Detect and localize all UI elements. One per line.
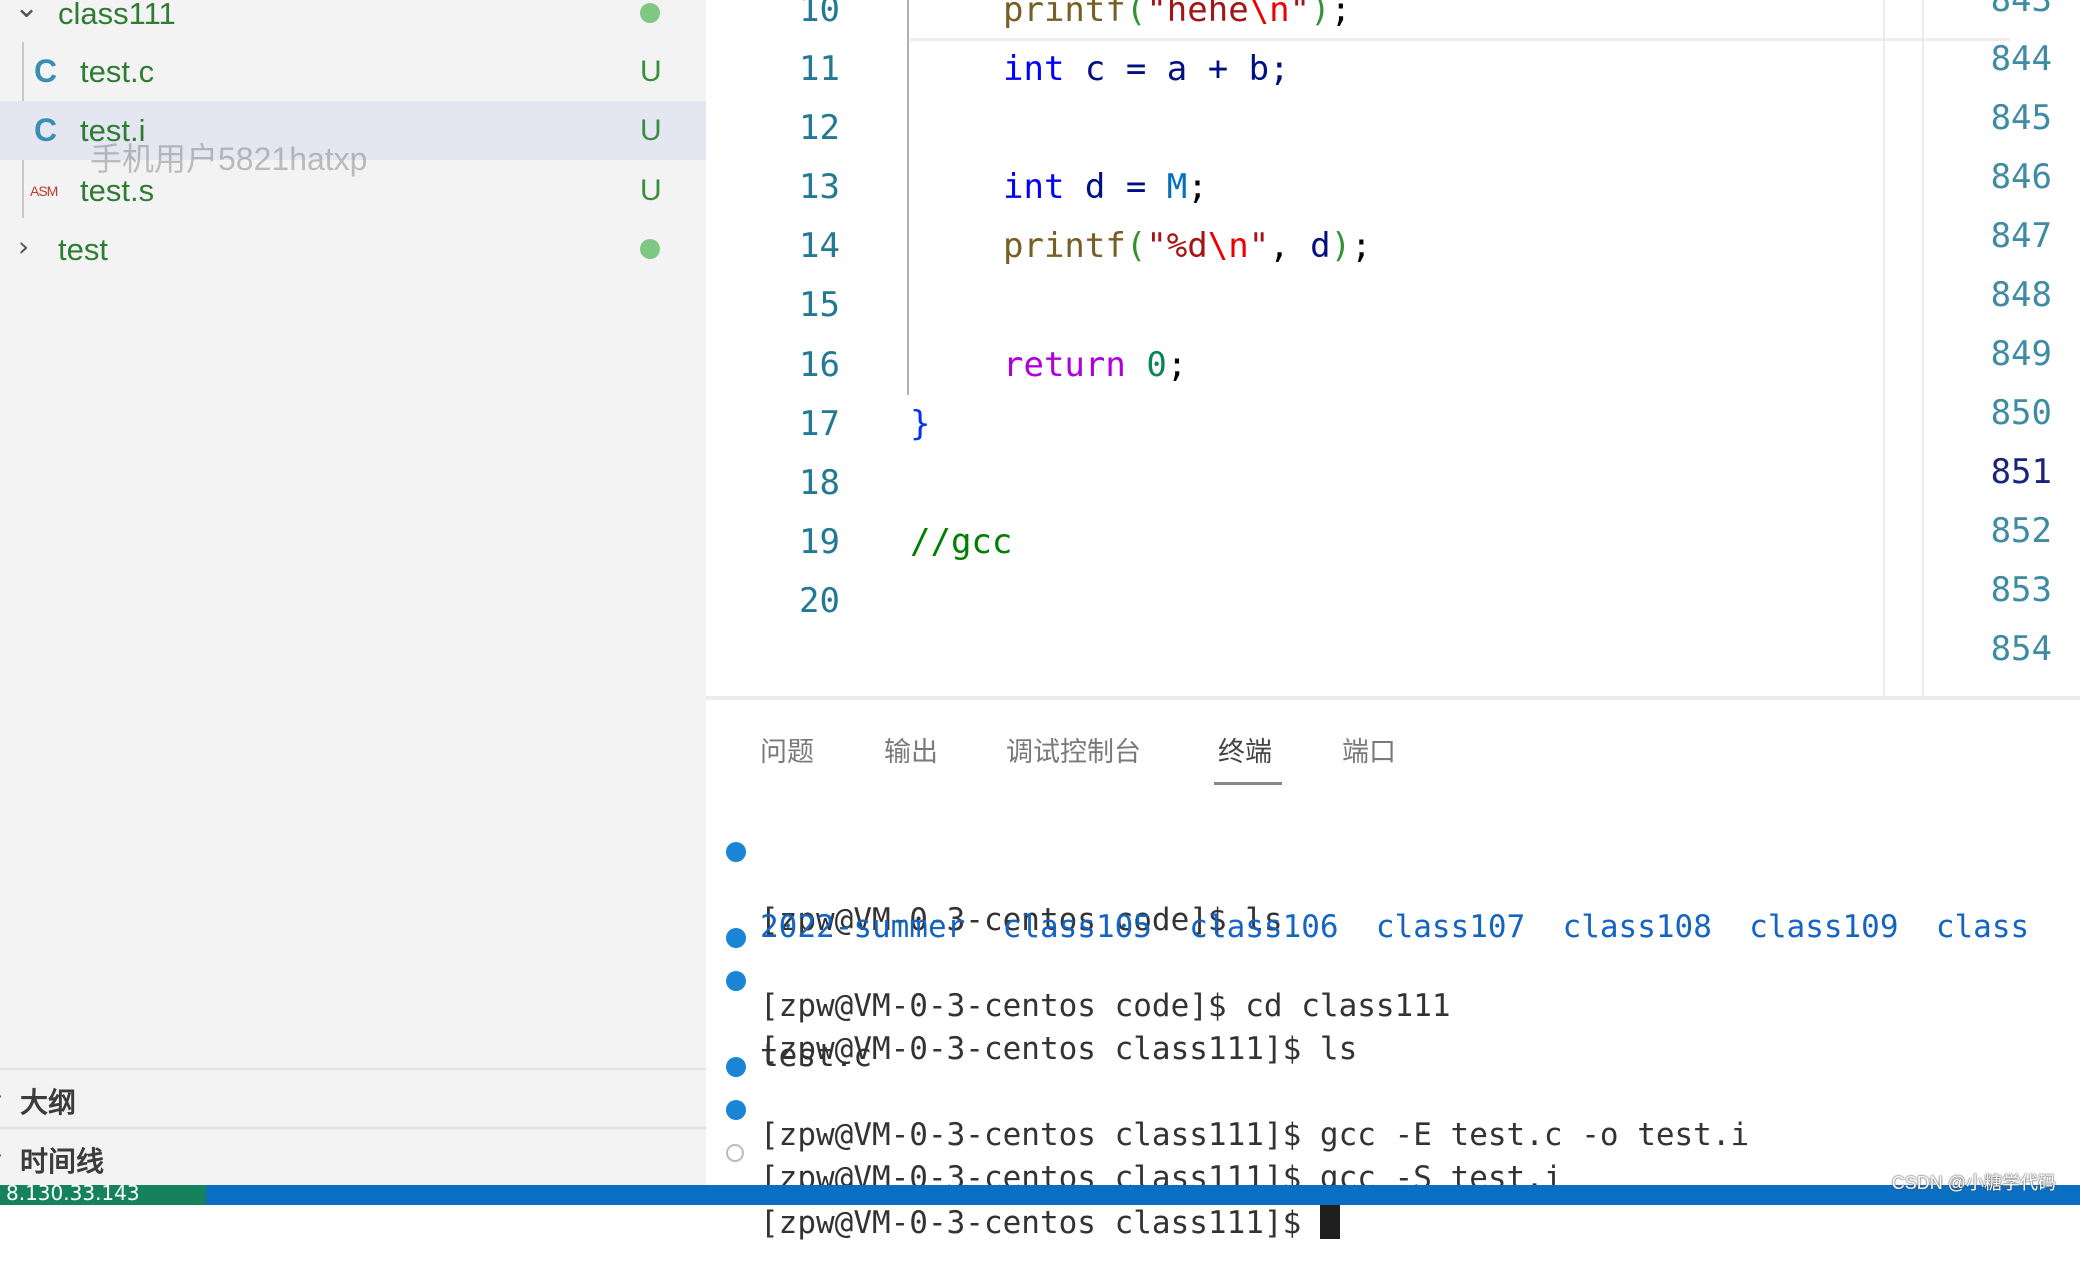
terminal-line: [zpw@VM-0-3-centos class111]$ ls: [706, 959, 1357, 1067]
code-line-14: printf("%d\n", d);: [1003, 226, 1372, 266]
code-line-19: //gcc: [910, 522, 1013, 562]
editor-split-divider[interactable]: [1922, 0, 1924, 696]
line-number: 848: [1990, 275, 2052, 315]
terminal[interactable]: [zpw@VM-0-3-centos code]$ ls 2022-summer…: [706, 830, 2080, 1241]
git-untracked-badge: U: [640, 113, 662, 147]
section-divider: [0, 1127, 706, 1129]
chevron-right-icon: ›: [18, 230, 30, 263]
terminal-line: [zpw@VM-0-3-centos class111]$ gcc -S tes…: [706, 1088, 1563, 1196]
code-line-16: return 0;: [1003, 345, 1188, 385]
remote-indicator[interactable]: 8.130.33.143: [0, 1181, 206, 1205]
tree-label: test.i: [80, 112, 146, 148]
tree-folder-class111[interactable]: ⌄ class111: [0, 0, 706, 43]
line-number: 14: [799, 226, 840, 266]
current-line-highlight: [910, 38, 2010, 41]
tree-file-test-i[interactable]: C test.i U: [0, 101, 706, 160]
line-number: 15: [799, 285, 840, 325]
line-number: 10: [799, 0, 840, 30]
code-line-17: }: [910, 404, 931, 444]
git-untracked-badge: U: [640, 173, 662, 207]
line-number: 12: [799, 108, 840, 148]
gutter-line-numbers: 10 11 12 13 14 15 16 17 18 19 20: [706, 0, 840, 696]
line-number: 13: [799, 167, 840, 207]
chevron-right-icon: ›: [0, 1084, 3, 1109]
line-number: 854: [1990, 629, 2052, 669]
line-number: 852: [1990, 511, 2052, 551]
chevron-right-icon: ›: [0, 1143, 3, 1168]
asm-file-icon: ASM: [30, 182, 58, 199]
tree-label: test: [58, 231, 108, 267]
tab-terminal[interactable]: 终端: [1218, 730, 1272, 769]
command-success-dot-icon: [726, 1057, 746, 1077]
line-number: 846: [1990, 157, 2052, 197]
command-success-dot-icon: [726, 1100, 746, 1120]
tab-problems[interactable]: 问题: [760, 730, 814, 769]
terminal-line: [zpw@VM-0-3-centos code]$ cd class111: [706, 916, 1451, 1024]
tab-ports[interactable]: 端口: [1342, 730, 1396, 769]
timeline-section-title: 时间线: [20, 1145, 105, 1178]
line-number: 843: [1990, 0, 2052, 20]
tree-label: class111: [58, 0, 176, 31]
code-line-11: int c = a + b;: [1003, 49, 1290, 89]
git-modified-dot-icon: [640, 239, 660, 259]
code-editor[interactable]: 10 11 12 13 14 15 16 17 18 19 20 printf(…: [706, 0, 2080, 696]
tree-label: test.s: [80, 172, 155, 208]
terminal-prompt-line[interactable]: [zpw@VM-0-3-centos class111]$: [706, 1131, 1340, 1241]
bottom-panel: 问题 输出 调试控制台 终端 端口 [zpw@VM-0-3-centos cod…: [706, 696, 2080, 1241]
status-bar: 8.130.33.143: [0, 1181, 2080, 1205]
tab-output[interactable]: 输出: [884, 730, 938, 769]
line-number: 16: [799, 345, 840, 385]
chevron-down-icon: ⌄: [14, 0, 40, 25]
line-number: 19: [799, 522, 840, 562]
outline-section-title: 大纲: [20, 1086, 77, 1119]
line-number: 20: [799, 581, 840, 621]
command-success-dot-icon: [726, 971, 746, 991]
section-divider: [0, 1068, 706, 1070]
terminal-line-ls-output: 2022-summer class105 class106 class107 c…: [760, 909, 2030, 945]
line-number: 845: [1990, 98, 2052, 138]
c-file-icon: C: [34, 53, 58, 89]
terminal-line: test.c: [760, 1038, 872, 1074]
code-line-13: int d = M;: [1003, 167, 1208, 207]
git-untracked-badge: U: [640, 54, 662, 88]
tree-folder-test[interactable]: › test: [0, 220, 706, 279]
line-number: 849: [1990, 334, 2052, 374]
tree-file-test-s[interactable]: ASM test.s U: [0, 161, 706, 220]
line-number: 853: [1990, 570, 2052, 610]
line-number: 11: [799, 49, 840, 89]
code-line-10: printf("hehe\n");: [1003, 0, 1352, 30]
terminal-line: [zpw@VM-0-3-centos class111]$ gcc -E tes…: [706, 1045, 1749, 1153]
git-modified-dot-icon: [640, 3, 660, 23]
editor-split-divider[interactable]: [1883, 0, 1885, 696]
csdn-watermark: CSDN @小糖学代码: [1891, 1173, 2056, 1193]
line-number: 844: [1990, 39, 2052, 79]
line-number: 847: [1990, 216, 2052, 256]
line-number: 850: [1990, 393, 2052, 433]
command-success-dot-icon: [726, 928, 746, 948]
terminal-line: [zpw@VM-0-3-centos code]$ ls: [706, 830, 1283, 938]
line-number: 17: [799, 404, 840, 444]
active-tab-indicator: [1214, 782, 1282, 785]
tab-debug-console[interactable]: 调试控制台: [1006, 730, 1141, 769]
command-pending-circle-icon: [726, 1144, 744, 1162]
indent-guide: [907, 0, 909, 395]
line-number-active: 851: [1990, 452, 2052, 492]
c-file-icon: C: [34, 112, 58, 148]
explorer-sidebar: ⌄ class111 C test.c U C test.i U ASM tes…: [0, 0, 706, 1185]
tree-label: test.c: [80, 53, 155, 89]
command-success-dot-icon: [726, 842, 746, 862]
remote-host-label: 8.130.33.143: [6, 1181, 140, 1205]
tree-file-test-c[interactable]: C test.c U: [0, 42, 706, 101]
terminal-cursor: [1319, 1203, 1340, 1239]
line-number: 18: [799, 463, 840, 503]
